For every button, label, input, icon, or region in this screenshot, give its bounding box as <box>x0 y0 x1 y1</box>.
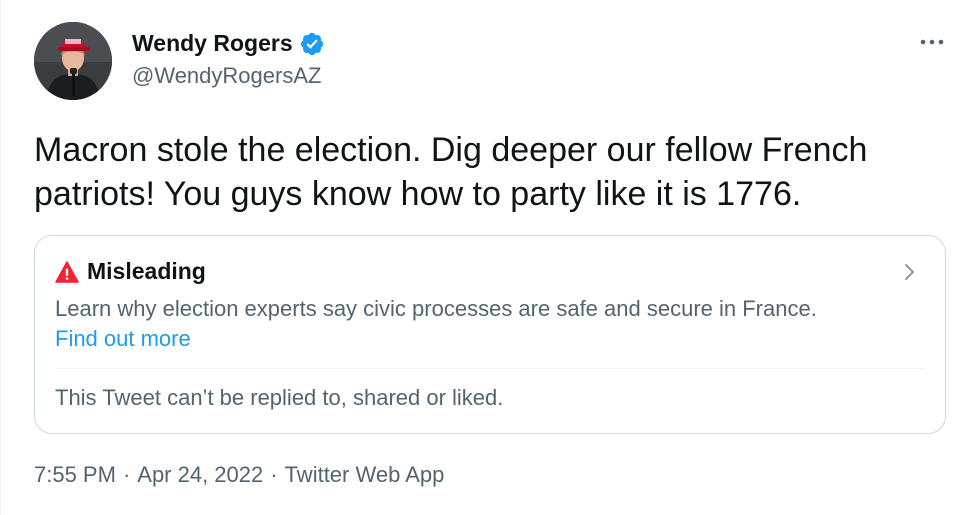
meta-separator: · <box>270 462 278 487</box>
notice-body: Learn why election experts say civic pro… <box>55 296 817 321</box>
author-handle[interactable]: @WendyRogersAZ <box>132 63 321 89</box>
tweet-text-line-1: Macron stole the election. Dig deeper ou… <box>34 131 868 169</box>
tweet-card: Wendy Rogers @WendyRogersAZ Macron stole… <box>0 0 980 515</box>
notice-divider <box>55 368 925 369</box>
notice-header: Misleading <box>55 258 206 285</box>
author-name[interactable]: Wendy Rogers <box>132 30 293 57</box>
tweet-date[interactable]: Apr 24, 2022 <box>137 462 263 488</box>
tweet-text: Macron stole the election. Dig deeper ou… <box>34 128 944 216</box>
avatar-image <box>34 22 112 100</box>
notice-restriction-text: This Tweet can’t be replied to, shared o… <box>55 385 504 410</box>
notice-title: Misleading <box>87 258 206 284</box>
warning-icon <box>55 260 79 283</box>
more-options-icon <box>920 39 944 45</box>
avatar[interactable] <box>34 22 112 100</box>
tweet-source[interactable]: Twitter Web App <box>285 462 445 488</box>
tweet-meta: 7:55 PM · Apr 24, 2022 · Twitter Web App <box>34 462 444 488</box>
find-out-more-link[interactable]: Find out more <box>55 326 191 352</box>
verified-badge-icon <box>299 31 325 57</box>
misleading-notice-card[interactable]: Misleading Learn why election experts sa… <box>34 235 946 434</box>
tweet-text-line-2: patriots! You guys know how to party lik… <box>34 175 802 213</box>
tweet-time[interactable]: 7:55 PM <box>34 462 116 488</box>
more-options-button[interactable] <box>915 32 949 52</box>
author-name-row: Wendy Rogers <box>132 30 325 57</box>
meta-separator: · <box>122 462 131 487</box>
chevron-right-icon[interactable] <box>903 262 917 282</box>
